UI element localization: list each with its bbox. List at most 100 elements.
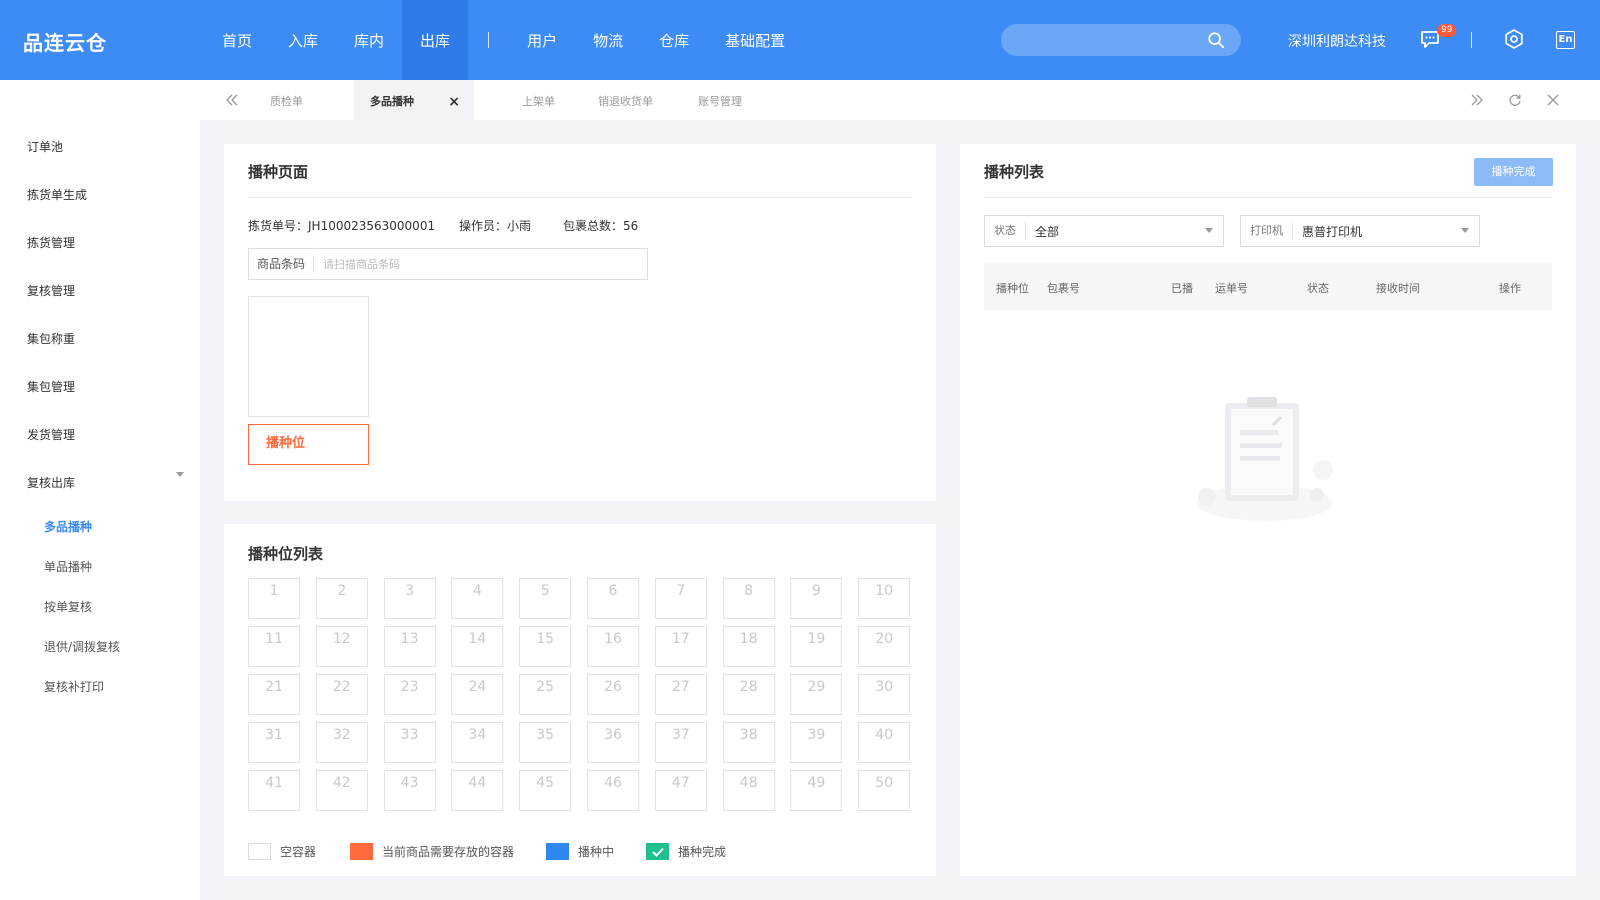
search-icon[interactable] [1207,31,1225,49]
slot-cell[interactable]: 47 [654,770,707,811]
tab-quality-check[interactable]: 质检单 [270,80,303,120]
barcode-label: 商品条码 [249,255,314,273]
slot-cell[interactable]: 17 [654,626,707,667]
slot-cell[interactable]: 29 [790,674,843,715]
slot-cell[interactable]: 10 [858,578,911,619]
sow-finish-button[interactable]: 播种完成 [1474,158,1553,186]
slot-cell[interactable]: 34 [451,722,504,763]
slot-cell[interactable]: 23 [383,674,436,715]
slot-cell[interactable]: 37 [654,722,707,763]
column-header-parcel-no: 包裹号 [1047,282,1080,295]
slot-cell[interactable]: 35 [519,722,572,763]
slot-cell[interactable]: 13 [383,626,436,667]
slot-cell[interactable]: 2 [315,578,368,619]
slot-cell[interactable]: 1 [248,578,300,619]
sidebar-item-shipping-management[interactable]: 发货管理 [27,426,75,443]
header-separator [1471,32,1472,48]
slot-cell[interactable]: 31 [248,722,300,763]
slot-cell[interactable]: 43 [383,770,436,811]
slot-cell[interactable]: 46 [587,770,639,811]
sidebar-item-review-management[interactable]: 复核管理 [27,282,75,299]
slot-cell[interactable]: 8 [722,578,775,619]
slot-cell[interactable]: 15 [519,626,572,667]
slot-cell[interactable]: 19 [790,626,843,667]
barcode-input[interactable] [314,257,647,271]
sidebar-subitem-single-sow[interactable]: 单品播种 [44,558,92,575]
slot-cell[interactable]: 22 [315,674,368,715]
slot-cell[interactable]: 7 [654,578,707,619]
slot-cell[interactable]: 21 [248,674,300,715]
slot-cell[interactable]: 38 [722,722,775,763]
sidebar-item-order-pool[interactable]: 订单池 [27,138,63,155]
sidebar-subitem-review-reprint[interactable]: 复核补打印 [44,678,104,695]
slot-cell[interactable]: 42 [315,770,368,811]
slot-cell[interactable]: 3 [383,578,436,619]
product-image-box [248,296,369,417]
slot-cell[interactable]: 44 [451,770,504,811]
sidebar-subitem-multi-sow[interactable]: 多品播种 [44,518,92,535]
nav-item-logistics[interactable]: 物流 [575,0,641,80]
slot-cell[interactable]: 6 [587,578,639,619]
slot-cell[interactable]: 4 [451,578,504,619]
legend-swatch-empty [248,843,271,860]
status-select[interactable]: 状态 全部 [984,215,1224,247]
nav-item-outbound[interactable]: 出库 [402,0,469,80]
sow-slot-button[interactable]: 播种位 [248,424,369,465]
sidebar-subitem-order-review[interactable]: 按单复核 [44,598,92,615]
sidebar-item-bundle-weigh[interactable]: 集包称重 [27,330,75,347]
slot-cell[interactable]: 9 [790,578,843,619]
tab-multi-sow[interactable]: 多品播种 × [354,80,474,120]
tab-account-management[interactable]: 账号管理 [698,80,742,120]
sidebar-item-pick-list-generate[interactable]: 拣货单生成 [27,186,87,203]
refresh-icon[interactable] [1508,93,1522,107]
slot-cell[interactable]: 48 [722,770,775,811]
nav-item-basic-config[interactable]: 基础配置 [707,0,803,80]
slot-cell[interactable]: 32 [315,722,368,763]
printer-select[interactable]: 打印机 惠普打印机 [1240,215,1480,247]
slot-cell[interactable]: 27 [654,674,707,715]
sidebar-item-bundle-management[interactable]: 集包管理 [27,378,75,395]
tabs-scroll-left-icon[interactable] [225,93,239,107]
search-input[interactable] [1001,24,1201,56]
nav-item-inbound[interactable]: 入库 [270,0,336,80]
sidebar-item-pick-management[interactable]: 拣货管理 [27,234,75,251]
slot-cell[interactable]: 16 [587,626,639,667]
tab-sales-return-receipt[interactable]: 销退收货单 [598,80,653,120]
slot-cell[interactable]: 30 [858,674,911,715]
slot-cell[interactable]: 25 [519,674,572,715]
slot-cell[interactable]: 41 [248,770,300,811]
tab-shelving[interactable]: 上架单 [522,80,555,120]
slot-cell[interactable]: 40 [858,722,911,763]
top-bar: 品连云仓 首页 入库 库内 出库 用户 物流 仓库 基础配置 深圳利朗达科技 9… [0,0,1600,80]
slot-cell[interactable]: 20 [858,626,911,667]
tabs-scroll-right-icon[interactable] [1470,93,1484,107]
slot-cell[interactable]: 11 [248,626,300,667]
sidebar-item-review-outbound[interactable]: 复核出库 [27,474,75,491]
slot-cell[interactable]: 33 [383,722,436,763]
close-all-icon[interactable] [1546,93,1560,107]
slot-cell[interactable]: 24 [451,674,504,715]
slot-cell[interactable]: 14 [451,626,504,667]
slot-cell[interactable]: 5 [519,578,572,619]
slot-cell[interactable]: 12 [315,626,368,667]
slot-cell[interactable]: 36 [587,722,639,763]
gear-icon[interactable] [1503,28,1525,50]
sidebar-subitem-return-transfer-review[interactable]: 退供/调拨复核 [44,638,120,655]
nav-item-storage[interactable]: 仓库 [641,0,707,80]
pick-list-number: 拣货单号：JH100023563000001 [248,219,436,233]
nav-item-users[interactable]: 用户 [509,0,575,80]
chevron-down-icon[interactable] [176,472,184,478]
slot-cell[interactable]: 28 [722,674,775,715]
slot-cell[interactable]: 39 [790,722,843,763]
close-icon[interactable]: × [448,80,460,124]
slot-cell[interactable]: 45 [519,770,572,811]
slot-cell[interactable]: 26 [587,674,639,715]
legend-item-empty: 空容器 [248,843,316,860]
slot-cell[interactable]: 18 [722,626,775,667]
slot-cell[interactable]: 50 [858,770,911,811]
language-switch-button[interactable]: En [1556,31,1575,49]
nav-item-home[interactable]: 首页 [204,0,270,80]
company-name[interactable]: 深圳利朗达科技 [1288,31,1386,51]
nav-item-warehouse-internal[interactable]: 库内 [336,0,402,80]
slot-cell[interactable]: 49 [790,770,843,811]
